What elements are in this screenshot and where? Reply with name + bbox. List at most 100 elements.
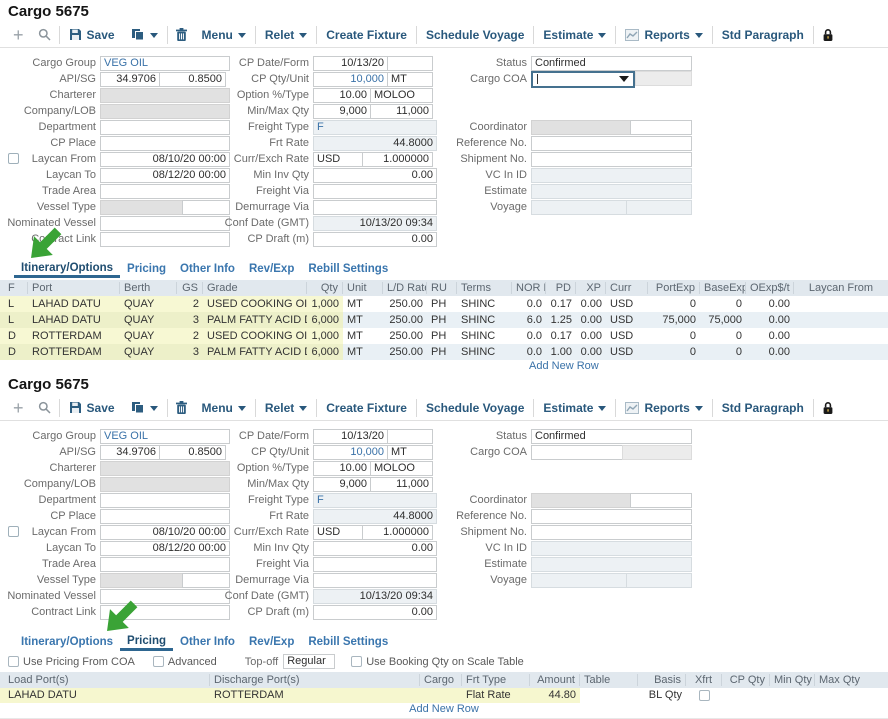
cp-form-input[interactable] xyxy=(387,429,433,444)
schedule-voyage-button[interactable]: Schedule Voyage xyxy=(418,28,532,42)
estimate-button[interactable]: Estimate xyxy=(535,28,614,42)
option-pct-input[interactable]: 10.00 xyxy=(313,88,371,103)
demurrage-via-input[interactable] xyxy=(313,200,437,215)
column-header[interactable]: Terms xyxy=(457,282,512,294)
column-header[interactable]: Port xyxy=(28,282,120,294)
column-header[interactable]: RU xyxy=(427,282,457,294)
pricing-row[interactable]: LAHAD DATU ROTTERDAM Flat Rate 44.80 BL … xyxy=(0,688,888,703)
shipment-no-input[interactable] xyxy=(531,525,692,540)
shipment-no-input[interactable] xyxy=(531,152,692,167)
exch-rate-input[interactable]: 1.000000 xyxy=(362,152,433,167)
cp-unit-input[interactable]: MT xyxy=(387,445,433,460)
add-button[interactable]: + xyxy=(6,399,31,417)
itinerary-row[interactable]: DROTTERDAMQUAY3PALM FATTY ACID D6,000MT2… xyxy=(0,344,888,360)
exch-rate-input[interactable]: 1.000000 xyxy=(362,525,433,540)
cp-qty-input[interactable]: 10,000 xyxy=(313,72,388,87)
column-header[interactable]: Cargo xyxy=(420,674,462,686)
estimate-button[interactable]: Estimate xyxy=(535,401,614,415)
option-type-input[interactable]: MOLOO xyxy=(370,88,433,103)
column-header[interactable]: Max Qty xyxy=(815,674,863,686)
tab[interactable]: Itinerary/Options xyxy=(14,636,120,651)
tab[interactable]: Pricing xyxy=(120,635,173,651)
api-input[interactable]: 34.9706 xyxy=(100,72,160,87)
laycan-checkbox[interactable] xyxy=(8,153,19,164)
column-header[interactable]: GS xyxy=(177,282,203,294)
reports-button[interactable]: Reports xyxy=(617,28,710,42)
cp-unit-input[interactable]: MT xyxy=(387,72,433,87)
column-header[interactable]: Discharge Port(s) xyxy=(210,674,420,686)
column-header[interactable]: Amount xyxy=(530,674,580,686)
save-button[interactable]: Save xyxy=(61,28,123,42)
column-header[interactable]: Min Qty xyxy=(770,674,815,686)
std-paragraph-button[interactable]: Std Paragraph xyxy=(714,28,812,42)
cp-date-input[interactable]: 10/13/20 xyxy=(313,56,388,71)
api-input[interactable]: 34.9706 xyxy=(100,445,160,460)
copy-dropdown-button[interactable] xyxy=(123,28,166,41)
coordinator-extra-input[interactable] xyxy=(630,493,692,508)
cp-date-input[interactable]: 10/13/20 xyxy=(313,429,388,444)
column-header[interactable]: PD xyxy=(546,282,576,294)
cargo-coa-combobox[interactable] xyxy=(531,71,635,88)
column-header[interactable]: OExp$/t xyxy=(746,282,794,294)
delete-button[interactable] xyxy=(169,401,194,414)
status-input[interactable]: Confirmed xyxy=(531,429,692,444)
min-qty-input[interactable]: 9,000 xyxy=(313,104,371,119)
min-qty-input[interactable]: 9,000 xyxy=(313,477,371,492)
relet-button[interactable]: Relet xyxy=(257,28,315,42)
coordinator-extra-input[interactable] xyxy=(630,120,692,135)
tab[interactable]: Rev/Exp xyxy=(242,636,301,651)
add-new-row-link[interactable]: Add New Row xyxy=(529,360,888,373)
column-header[interactable]: Curr xyxy=(606,282,648,294)
schedule-voyage-button[interactable]: Schedule Voyage xyxy=(418,401,532,415)
create-fixture-button[interactable]: Create Fixture xyxy=(318,401,415,415)
column-header[interactable]: Load Port(s) xyxy=(0,674,210,686)
cp-draft-input[interactable]: 0.00 xyxy=(313,232,437,247)
column-header[interactable]: Unit xyxy=(343,282,383,294)
std-paragraph-button[interactable]: Std Paragraph xyxy=(714,401,812,415)
column-header[interactable]: L/D Rate xyxy=(383,282,427,294)
cp-form-input[interactable] xyxy=(387,56,433,71)
curr-input[interactable]: USD xyxy=(313,525,363,540)
tab[interactable]: Itinerary/Options xyxy=(14,262,120,278)
advanced-checkbox[interactable]: Advanced xyxy=(153,656,217,668)
copy-dropdown-button[interactable] xyxy=(123,401,166,414)
itinerary-row[interactable]: DROTTERDAMQUAY2USED COOKING OIL1,000MT25… xyxy=(0,328,888,344)
reports-button[interactable]: Reports xyxy=(617,401,710,415)
column-header[interactable]: Laycan From xyxy=(794,282,888,294)
column-header[interactable]: Berth xyxy=(120,282,177,294)
use-pricing-from-coa-checkbox[interactable]: Use Pricing From COA xyxy=(8,656,135,668)
column-header[interactable]: F xyxy=(0,282,28,294)
itinerary-row[interactable]: LLAHAD DATUQUAY3PALM FATTY ACID D6,000MT… xyxy=(0,312,888,328)
add-button[interactable]: + xyxy=(6,26,31,44)
tab[interactable]: Other Info xyxy=(173,263,242,278)
menu-button[interactable]: Menu xyxy=(194,401,254,415)
max-qty-input[interactable]: 11,000 xyxy=(370,477,433,492)
reference-no-input[interactable] xyxy=(531,136,692,151)
column-header[interactable]: BaseExp xyxy=(700,282,746,294)
add-new-row-link[interactable]: Add New Row xyxy=(0,703,888,716)
laycan-checkbox[interactable] xyxy=(8,526,19,537)
option-pct-input[interactable]: 10.00 xyxy=(313,461,371,476)
xfrt-checkbox[interactable] xyxy=(699,690,710,701)
save-button[interactable]: Save xyxy=(61,401,123,415)
cargo-coa-input[interactable] xyxy=(531,445,623,460)
create-fixture-button[interactable]: Create Fixture xyxy=(318,28,415,42)
column-header[interactable]: Basis xyxy=(638,674,686,686)
column-header[interactable]: Table xyxy=(580,674,638,686)
status-input[interactable]: Confirmed xyxy=(531,56,692,71)
menu-button[interactable]: Menu xyxy=(194,28,254,42)
tab[interactable]: Other Info xyxy=(173,636,242,651)
column-header[interactable]: Grade xyxy=(203,282,307,294)
search-button[interactable] xyxy=(31,401,58,414)
demurrage-via-input[interactable] xyxy=(313,573,437,588)
lock-button[interactable] xyxy=(815,401,841,415)
use-booking-qty-checkbox[interactable]: Use Booking Qty on Scale Table xyxy=(351,656,524,668)
cp-qty-input[interactable]: 10,000 xyxy=(313,445,388,460)
max-qty-input[interactable]: 11,000 xyxy=(370,104,433,119)
column-header[interactable]: XP xyxy=(576,282,606,294)
min-inv-qty-input[interactable]: 0.00 xyxy=(313,168,437,183)
cp-draft-input[interactable]: 0.00 xyxy=(313,605,437,620)
search-button[interactable] xyxy=(31,28,58,41)
freight-via-input[interactable] xyxy=(313,184,437,199)
tab[interactable]: Rebill Settings xyxy=(301,636,395,651)
